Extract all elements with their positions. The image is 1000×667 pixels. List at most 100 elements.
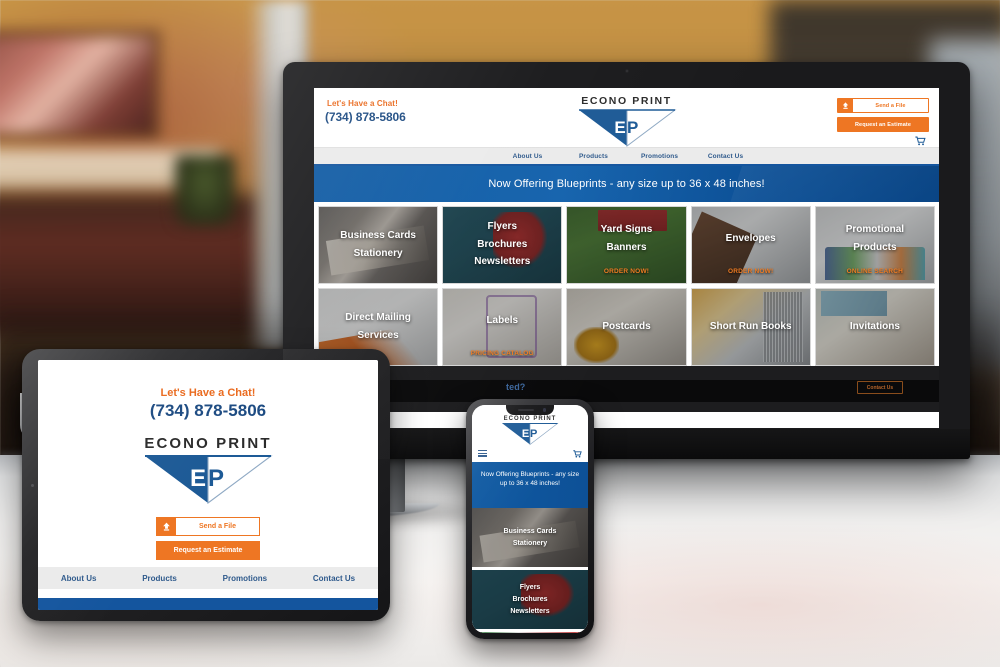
product-tile-text: Postcards	[567, 289, 685, 365]
product-tile[interactable]: Promotional Products ONLINE SEARCH	[814, 206, 935, 284]
svg-text:E: E	[614, 118, 625, 137]
product-tile-label: Products	[853, 241, 897, 253]
product-grid: Business Cards Stationery Flyers Brochures N…	[314, 202, 939, 366]
tablet-device: Let's Have a Chat! (734) 878-5806 ECONO …	[22, 349, 390, 621]
tablet-nav-item-about-us[interactable]: About Us	[61, 574, 97, 583]
webcam-icon	[624, 69, 629, 73]
nav-item-contact-us[interactable]: Contact Us	[693, 153, 759, 160]
tablet-website: Let's Have a Chat! (734) 878-5806 ECONO …	[38, 360, 378, 610]
upload-arrow-icon	[157, 518, 176, 535]
send-a-file-button[interactable]: Send a File	[837, 98, 929, 113]
nav-item-products[interactable]: Products	[561, 153, 627, 160]
product-tile[interactable]: Labels PRICING CATALOG	[442, 288, 563, 366]
phone-product-tile-label: Flyers	[519, 584, 541, 591]
phone-product-tile-text: Flyers Brochures Newsletters	[472, 570, 588, 629]
product-tile-label: Invitations	[849, 320, 900, 332]
svg-text:E: E	[522, 428, 529, 440]
phone-screen: ECONO PRINT EP E Now Offering Blueprints…	[472, 405, 588, 633]
tablet-nav: About Us Products Promotions Contact Us	[38, 567, 378, 589]
product-tile[interactable]: Invitations	[814, 288, 935, 366]
phone-number[interactable]: (734) 878-5806	[325, 110, 406, 124]
upload-arrow-icon	[838, 99, 853, 112]
phone-next-tile-peek	[472, 632, 588, 633]
send-a-file-label: Send a File	[875, 102, 906, 109]
product-tile-label: Promotional	[845, 224, 905, 235]
phone-promo-banner[interactable]: Now Offering Blueprints - any size up to…	[472, 462, 588, 508]
phone-product-list: Business Cards Stationery Flyers Brochures N…	[472, 508, 588, 632]
desktop-screen: Let's Have a Chat! (734) 878-5806 ECONO …	[314, 88, 939, 428]
promo-banner[interactable]: Now Offering Blueprints - any size up to…	[314, 166, 939, 202]
site-header: Let's Have a Chat! (734) 878-5806 ECONO …	[314, 88, 939, 147]
product-tile[interactable]: Postcards	[566, 288, 687, 366]
promo-banner-text: Now Offering Blueprints - any size up to…	[488, 178, 765, 190]
phone-notch	[506, 405, 554, 415]
background-plant	[175, 155, 235, 225]
product-tile-text: Flyers Brochures Newsletters	[443, 207, 561, 283]
product-tile-label: Postcards	[602, 320, 651, 332]
product-tile[interactable]: Envelopes ORDER NOW!	[690, 206, 811, 284]
product-tile-label: Banners	[606, 241, 647, 253]
product-tile-text: Short Run Books	[692, 289, 810, 365]
hamburger-menu-icon[interactable]	[478, 449, 487, 459]
phone-device: ECONO PRINT EP E Now Offering Blueprints…	[466, 399, 594, 639]
tablet-send-a-file-button[interactable]: Send a File	[156, 517, 260, 536]
product-tile-label: Newsletters	[474, 256, 531, 268]
product-tile-cta[interactable]: ORDER NOW!	[692, 268, 810, 275]
header-actions: Send a File Request an Estimate	[837, 98, 929, 146]
phone-toolbar	[472, 446, 588, 462]
tablet-logo-wordmark: ECONO PRINT	[144, 435, 272, 452]
shopping-cart-icon[interactable]	[573, 445, 582, 463]
chat-label: Let's Have a Chat!	[327, 99, 398, 108]
tablet-camera-icon	[31, 483, 34, 487]
phone-website: ECONO PRINT EP E Now Offering Blueprints…	[472, 405, 588, 633]
product-tile-label: Direct Mailing	[345, 312, 411, 323]
product-tile[interactable]: Yard Signs Banners ORDER NOW!	[566, 206, 687, 284]
phone-product-tile[interactable]: Flyers Brochures Newsletters	[472, 570, 588, 632]
tablet-chat-label: Let's Have a Chat!	[160, 387, 256, 399]
phone-product-tile-label: Newsletters	[510, 608, 550, 615]
product-tile-label: Stationery	[353, 247, 403, 259]
tablet-footer-gap	[38, 589, 378, 598]
tablet-screen: Let's Have a Chat! (734) 878-5806 ECONO …	[38, 360, 378, 610]
shopping-cart-icon[interactable]	[915, 136, 926, 146]
product-tile-label: Yard Signs	[600, 224, 653, 235]
footer-strip	[314, 380, 939, 402]
product-tile-text: Invitations	[816, 289, 934, 365]
product-tile[interactable]: Flyers Brochures Newsletters	[442, 206, 563, 284]
nav-item-about-us[interactable]: About Us	[495, 153, 561, 160]
product-tile[interactable]: Short Run Books	[690, 288, 811, 366]
request-estimate-button[interactable]: Request an Estimate	[837, 117, 929, 132]
tablet-actions: Send a File Request an Estimate	[156, 517, 260, 560]
background-picture-frame	[0, 30, 160, 140]
product-tile-cta[interactable]: ONLINE SEARCH	[816, 268, 934, 275]
footer-contact-button[interactable]: Contact Us	[857, 381, 903, 394]
phone-product-tile-label: Stationery	[512, 540, 548, 547]
product-tile-cta[interactable]: ORDER NOW!	[567, 268, 685, 275]
phone-speaker-icon	[518, 409, 534, 411]
tablet-logo[interactable]: ECONO PRINT EP E	[138, 435, 278, 505]
tablet-request-estimate-button[interactable]: Request an Estimate	[156, 541, 260, 560]
tablet-nav-item-products[interactable]: Products	[142, 574, 177, 583]
product-tile-label: Envelopes	[725, 232, 776, 244]
logo-triangle-mark: EP E	[577, 108, 677, 148]
phone-product-tile-text: Business Cards Stationery	[472, 508, 588, 567]
phone-promo-banner-text: Now Offering Blueprints - any size up to…	[480, 471, 580, 488]
product-tile-cta[interactable]: PRICING CATALOG	[443, 350, 561, 357]
phone-camera-icon	[542, 408, 546, 412]
tablet-footer-bar	[38, 598, 378, 610]
site-logo[interactable]: ECONO PRINT EP E	[573, 95, 681, 148]
phone-product-tile-label: Brochures	[512, 596, 548, 603]
phone-logo-triangle-mark: EP E	[501, 422, 559, 446]
cart-row	[837, 136, 929, 146]
phone-product-tile-label: Business Cards	[503, 528, 557, 535]
nav-item-promotions[interactable]: Promotions	[627, 153, 693, 160]
product-tile-label: Short Run Books	[709, 320, 792, 332]
product-tile[interactable]: Business Cards Stationery	[318, 206, 439, 284]
tablet-nav-item-promotions[interactable]: Promotions	[223, 574, 267, 583]
product-tile-label: Business Cards	[340, 230, 416, 241]
svg-text:E: E	[190, 465, 206, 492]
tablet-nav-item-contact-us[interactable]: Contact Us	[313, 574, 355, 583]
tablet-phone-number[interactable]: (734) 878-5806	[38, 401, 378, 421]
phone-product-tile[interactable]: Business Cards Stationery	[472, 508, 588, 570]
product-tile-text: Business Cards Stationery	[319, 207, 437, 283]
